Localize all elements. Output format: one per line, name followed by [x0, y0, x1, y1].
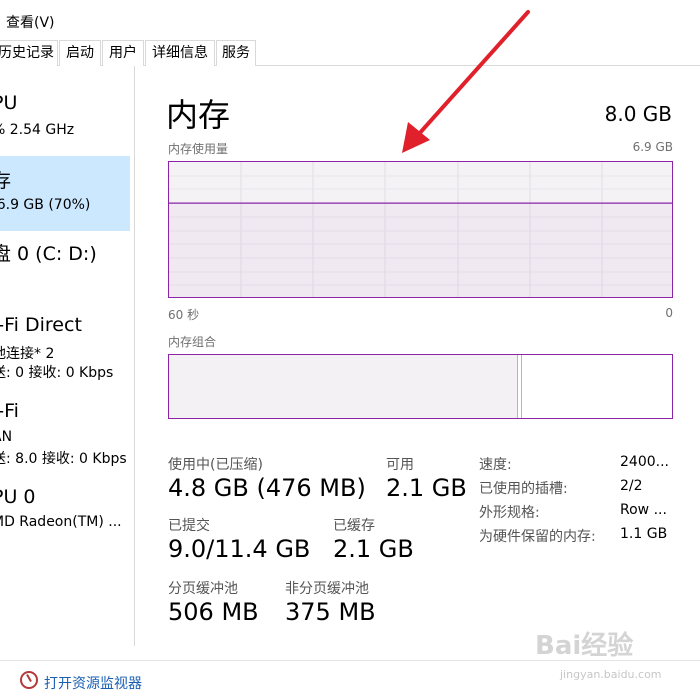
in-use-label: 使用中(已压缩) — [168, 457, 263, 473]
form-factor-label: 外形规格: — [479, 505, 540, 521]
tab-history[interactable]: 历史记录 — [0, 40, 58, 66]
nonpaged-pool-label: 非分页缓冲池 — [285, 581, 369, 597]
time-axis-start: 60 秒 — [168, 308, 200, 322]
sidebar-item-title: PU — [0, 92, 18, 114]
sidebar-item-sub: % 2.54 GHz — [0, 122, 75, 138]
menu-bar: 查看(V) — [0, 0, 700, 38]
slots-label: 已使用的插槽: — [479, 481, 568, 497]
watermark-logo: Bai经验 — [535, 631, 634, 661]
sidebar-item-wifi[interactable]: i-Fi AN 送: 8.0 接收: 0 Kbps — [0, 393, 130, 473]
sidebar-item-disk[interactable]: 盘 0 (C: D:) — [0, 231, 130, 301]
sidebar-item-gpu[interactable]: PU 0 MD Radeon(TM) ... — [0, 478, 130, 543]
tab-startup[interactable]: 启动 — [59, 40, 101, 66]
paged-pool-label: 分页缓冲池 — [168, 581, 238, 597]
sidebar-item-cpu[interactable]: PU % 2.54 GHz — [0, 86, 130, 156]
sidebar-item-sub2: 送: 8.0 接收: 0 Kbps — [0, 451, 127, 467]
sidebar-item-wifi-direct[interactable]: i-Fi Direct 地连接* 2 送: 0 接收: 0 Kbps — [0, 306, 130, 391]
composition-free-segment — [521, 355, 672, 418]
memory-panel: 内存 8.0 GB 内存使用量 6.9 GB 60 秒 0 内存组合 使用中(已… — [136, 66, 700, 646]
page-title: 内存 — [166, 96, 231, 134]
time-axis-end: 0 — [665, 306, 673, 320]
slots-value: 2/2 — [620, 478, 643, 494]
tab-bar: 历史记录 启动 用户 详细信息 服务 — [0, 38, 700, 66]
sidebar-item-title: 盘 0 (C: D:) — [0, 243, 97, 265]
sidebar-item-sub: 地连接* 2 — [0, 346, 55, 362]
cached-value: 2.1 GB — [333, 535, 414, 563]
usage-fill-area — [169, 203, 672, 297]
resource-monitor-icon[interactable] — [20, 671, 38, 689]
sidebar: PU % 2.54 GHz 存 /6.9 GB (70%) 盘 0 (C: D:… — [0, 66, 135, 646]
watermark-url: jingyan.baidu.com — [560, 668, 662, 681]
sidebar-item-sub: MD Radeon(TM) ... — [0, 514, 122, 530]
speed-label: 速度: — [479, 457, 512, 473]
sidebar-item-title: PU 0 — [0, 486, 36, 508]
sidebar-item-sub: AN — [0, 429, 13, 445]
hardware-reserved-value: 1.1 GB — [620, 526, 668, 542]
usage-graph-label: 内存使用量 — [168, 142, 229, 156]
memory-usage-graph — [168, 161, 673, 298]
paged-pool-value: 506 MB — [168, 598, 259, 626]
available-value: 2.1 GB — [386, 474, 467, 502]
open-resource-monitor-link[interactable]: 打开资源监视器 — [44, 673, 142, 693]
speed-value: 2400... — [620, 454, 669, 470]
in-use-value: 4.8 GB (476 MB) — [168, 474, 366, 502]
sidebar-item-title: 存 — [0, 170, 12, 192]
usage-graph-canvas — [169, 162, 672, 297]
cached-label: 已缓存 — [333, 518, 375, 534]
menu-view[interactable]: 查看(V) — [6, 12, 55, 32]
sidebar-item-sub2: 送: 0 接收: 0 Kbps — [0, 365, 114, 381]
usage-graph-max: 6.9 GB — [632, 140, 673, 154]
composition-label: 内存组合 — [168, 335, 217, 349]
sidebar-item-title: i-Fi — [0, 400, 19, 422]
sidebar-item-sub: /6.9 GB (70%) — [0, 197, 91, 213]
form-factor-value: Row ... — [620, 502, 667, 518]
available-label: 可用 — [386, 457, 414, 473]
memory-composition-bar — [168, 354, 673, 419]
committed-value: 9.0/11.4 GB — [168, 535, 311, 563]
tab-users[interactable]: 用户 — [102, 40, 144, 66]
sidebar-item-title: i-Fi Direct — [0, 314, 82, 336]
total-memory: 8.0 GB — [604, 102, 672, 126]
sidebar-item-memory[interactable]: 存 /6.9 GB (70%) — [0, 156, 130, 231]
nonpaged-pool-value: 375 MB — [285, 598, 376, 626]
committed-label: 已提交 — [168, 518, 210, 534]
hardware-reserved-label: 为硬件保留的内存: — [479, 529, 596, 545]
tab-details[interactable]: 详细信息 — [145, 40, 215, 66]
tab-services[interactable]: 服务 — [216, 40, 256, 66]
